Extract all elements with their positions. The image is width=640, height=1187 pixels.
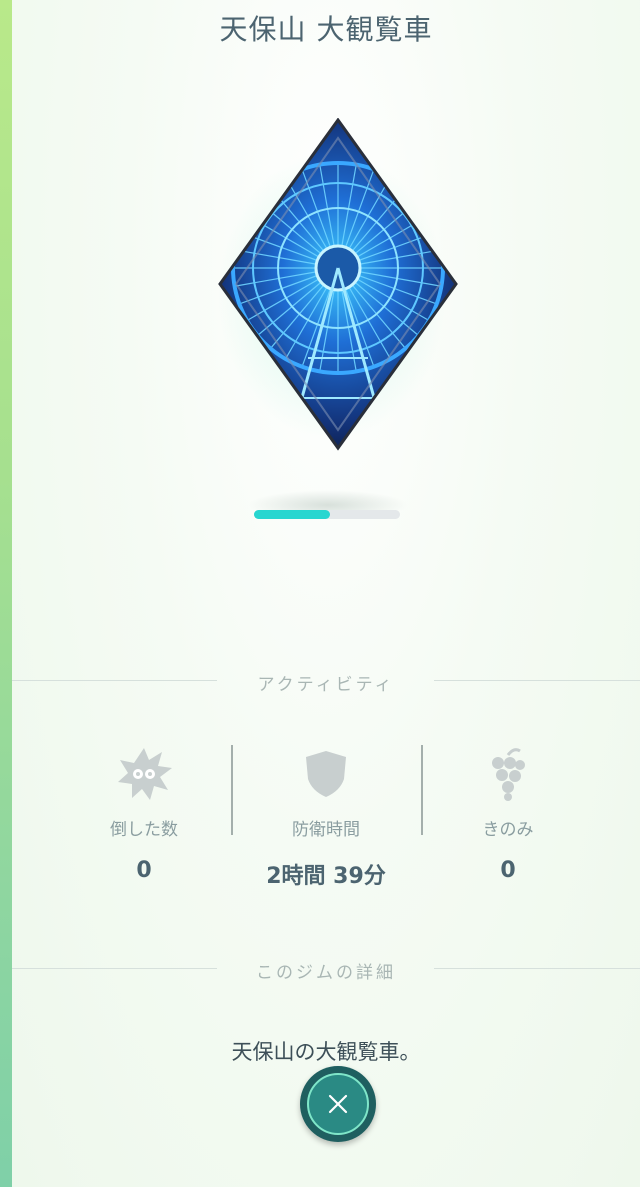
activity-section-label: アクティビティ [257, 675, 395, 695]
stat-defeated: 倒した数 0 [54, 745, 234, 883]
defeated-icon [54, 745, 234, 803]
details-section-label: このジムの詳細 [256, 963, 396, 983]
activity-divider: アクティビティ [12, 670, 640, 695]
stat-defense-time-value: 2時間 39分 [266, 864, 386, 889]
stat-berries-label: きのみ [482, 820, 534, 840]
stat-defeated-label: 倒した数 [110, 820, 178, 840]
details-divider: このジムの詳細 [12, 958, 640, 983]
shield-icon [236, 745, 416, 803]
close-icon [328, 1094, 348, 1114]
left-edge-strip [0, 0, 12, 1187]
gym-title: 天保山 大観覧車 [219, 13, 433, 46]
berry-icon [418, 745, 598, 803]
close-button[interactable] [300, 1066, 376, 1142]
gym-photo-diamond[interactable] [208, 118, 468, 458]
close-button-ring [307, 1073, 369, 1135]
stat-defense-time: 防衛時間 2時間 39分 [236, 745, 416, 890]
gym-detail-page: 天保山 大観覧車 アクティビティ 倒した数 0 防衛時間 2時間 39分 きのみ… [12, 0, 640, 1187]
prestige-progress-bar [254, 510, 400, 519]
stat-berries-value: 0 [500, 858, 516, 883]
stat-berries: きのみ 0 [418, 745, 598, 883]
stat-defeated-value: 0 [136, 858, 152, 883]
gym-description: 天保山の大観覧車。 [231, 1040, 421, 1064]
prestige-progress-fill [254, 510, 330, 519]
stat-defense-time-label: 防衛時間 [292, 820, 360, 840]
stat-separator [231, 745, 233, 835]
